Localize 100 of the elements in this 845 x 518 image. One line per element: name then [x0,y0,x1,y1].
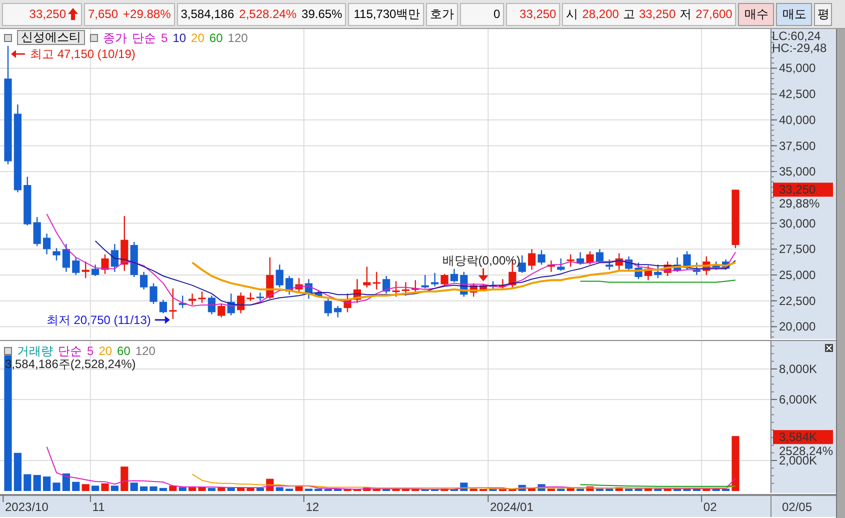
quote-quantity: 0 [494,7,500,21]
candlestick [480,284,488,292]
volume-bar [208,488,216,491]
close-icon[interactable] [825,344,833,352]
volume-bar [692,488,700,491]
low-label: 저 [680,6,692,22]
candlestick [24,176,32,226]
candlestick [120,216,128,271]
legend-label: 거래량 [17,344,53,358]
panel-toggle-icon[interactable] [90,34,98,42]
candlestick [634,262,642,280]
moving-average-period: 20 [191,30,204,44]
volume-bar [344,488,352,491]
volume-bar [295,486,303,491]
volume-bar [440,488,448,491]
candlestick [372,272,380,290]
axis-label: 25,000 [779,268,816,282]
candlestick [130,242,138,278]
candlestick [178,296,186,308]
date-label: 2024/01 [490,500,534,514]
volume-bar [178,487,186,491]
sell-button[interactable]: 매도 [776,2,812,26]
candlestick [33,217,41,246]
change-rate-label: 29,88% [779,196,820,211]
volume-bar [547,488,555,491]
volume-bar [276,487,284,491]
volume-bar [586,486,594,491]
volume-bar [227,488,235,491]
low-price: 27,600 [696,7,732,21]
scrollbar[interactable] [836,29,845,518]
candlestick [596,249,604,263]
candlestick [722,259,730,270]
volume-bar [24,474,32,491]
volume-bar [528,488,536,491]
moving-average-period: 120 [228,30,248,44]
candlestick [615,253,623,270]
volume-bar [702,488,710,491]
candlestick [344,294,352,312]
candlestick [654,264,662,278]
volume-bar [634,488,642,491]
candlestick [557,258,565,271]
moving-average-period: 10 [172,30,186,44]
low-price-marker: 최저 20,750 (11/13) [46,312,151,327]
quote-label: 호가 [430,6,454,22]
candlestick [188,294,196,305]
candlestick [528,249,536,270]
candlestick [412,280,420,293]
volume-bar [92,486,100,491]
volume-bar [72,482,80,491]
stock-name-button[interactable]: 신성에스티 [17,30,85,45]
moving-average-period: 20 [98,344,112,358]
candlestick [218,304,226,318]
axis-label: 20,000 [779,320,816,334]
date-label: 2023/10 [5,500,48,514]
volume-bar [576,488,584,491]
volume-bar [130,482,138,491]
candlestick [276,264,284,288]
volume-bar [722,488,730,491]
candlestick [353,279,361,303]
volume-bar [237,487,245,491]
candlestick [150,283,158,304]
volume-bar [62,473,70,491]
candlestick [547,260,555,272]
left-arrow-icon [11,50,25,58]
volume-bar [654,488,662,491]
axis-label: 30,000 [779,216,816,230]
tool-button[interactable]: 평 [814,2,832,26]
candlestick [664,262,672,276]
legend-label: 종가 [103,30,127,44]
candlestick [198,292,206,303]
high-price: 33,250 [638,7,676,21]
volume-bar [392,488,400,491]
candlestick [82,262,90,278]
volume-bar [169,486,177,491]
volume-bar [625,488,633,491]
candlestick [363,266,371,288]
candlestick [266,257,274,299]
current-volume-tag: 3,584K [773,430,833,444]
volume-bar [615,487,623,491]
candlestick [644,266,652,280]
candlestick [538,250,546,265]
date-label: 11 [92,500,105,514]
candlestick [159,300,167,314]
candlestick [712,262,720,270]
candlestick [237,292,245,314]
trade-volume: 3,584,186 [180,7,234,21]
buy-button[interactable]: 매수 [738,2,774,26]
volume-bar [363,487,371,491]
panel-toggle-icon[interactable] [4,34,12,42]
candlestick [683,251,691,270]
volume-bar [159,488,167,491]
axis-label: 8,000K [779,362,818,376]
volume-bar [508,488,516,491]
axis-label: 37,500 [779,138,816,153]
end-date-label: 02/05 [782,500,812,514]
volume-bar [732,436,740,491]
panel-toggle-icon[interactable] [4,347,12,355]
candlestick [314,290,322,297]
axis-label: 22,500 [779,294,816,308]
high-label: 고 [622,6,635,22]
